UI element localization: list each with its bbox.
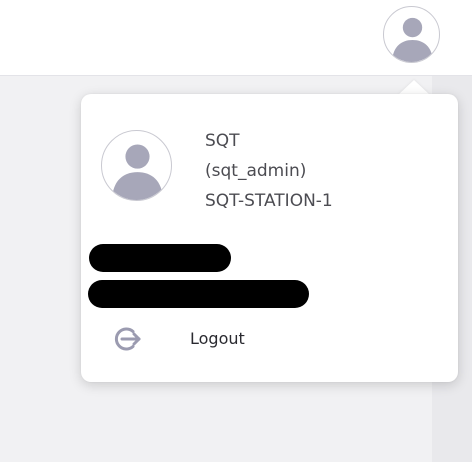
user-display-name: SQT <box>205 131 240 151</box>
user-station: SQT-STATION-1 <box>205 191 333 211</box>
user-info: SQT (sqt_admin) SQT-STATION-1 <box>205 126 333 216</box>
popover-caret <box>398 80 430 95</box>
header-avatar-button[interactable] <box>383 6 440 63</box>
logout-icon <box>114 327 141 351</box>
user-avatar-icon <box>112 144 163 200</box>
logout-label: Logout <box>190 329 245 348</box>
logout-button[interactable]: Logout <box>111 322 431 356</box>
user-menu-popover: SQT (sqt_admin) SQT-STATION-1 Logout <box>81 94 458 382</box>
user-avatar-icon <box>392 17 433 62</box>
redacted-text <box>88 280 309 308</box>
user-username: (sqt_admin) <box>205 161 307 181</box>
profile-avatar <box>101 130 172 201</box>
redacted-text <box>89 244 231 272</box>
